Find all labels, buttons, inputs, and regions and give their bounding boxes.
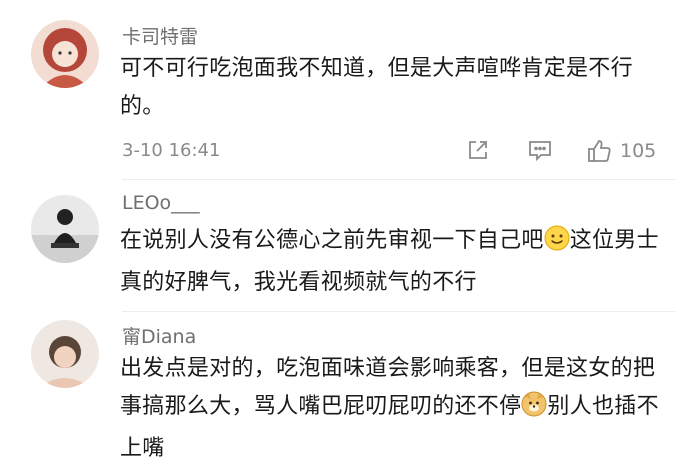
comment-item: 甯Diana 出发点是对的，吃泡面味道会影响乘客，但是这女的把事搞那么大，骂人嘴… [0,312,675,476]
comment-meta: 3-10 16:41 105 [122,138,662,168]
comment-item: LEOo___ 在说别人没有公德心之前先审视一下自己吧 这位男士真的好脾气，我光看… [0,180,675,312]
share-button[interactable] [466,138,490,162]
smile-emoji-icon [544,225,570,264]
doge-emoji-icon [521,391,547,430]
username[interactable]: LEOo___ [122,192,200,214]
avatar[interactable] [31,20,99,88]
username[interactable]: 甯Diana [122,322,196,349]
like-button[interactable]: 105 [586,138,656,164]
share-icon [469,141,487,159]
comment-text: 可不可行吃泡面我不知道，但是大声喧哗肯定是不行的。 [120,56,633,119]
thumbs-up-icon [588,140,611,162]
comment-item: 卡司特雷 可不可行吃泡面我不知道，但是大声喧哗肯定是不行的。 3-10 16:4… [0,0,675,180]
comment-icon [529,141,551,162]
avatar[interactable] [31,320,99,388]
comment-text-part: 在说别人没有公德心之前先审视一下自己吧 [120,228,544,253]
username[interactable]: 卡司特雷 [122,22,198,49]
avatar[interactable] [31,195,99,263]
timestamp: 3-10 16:41 [122,140,221,161]
comment-text: 出发点是对的，吃泡面味道会影响乘客，但是这女的把事搞那么大，骂人嘴巴屁叨屁叨的还… [120,350,660,468]
comment-text: 在说别人没有公德心之前先审视一下自己吧 这位男士真的好脾气，我光看视频就气的不行 [120,222,660,302]
like-count: 105 [620,140,657,162]
reply-button[interactable] [527,138,553,162]
